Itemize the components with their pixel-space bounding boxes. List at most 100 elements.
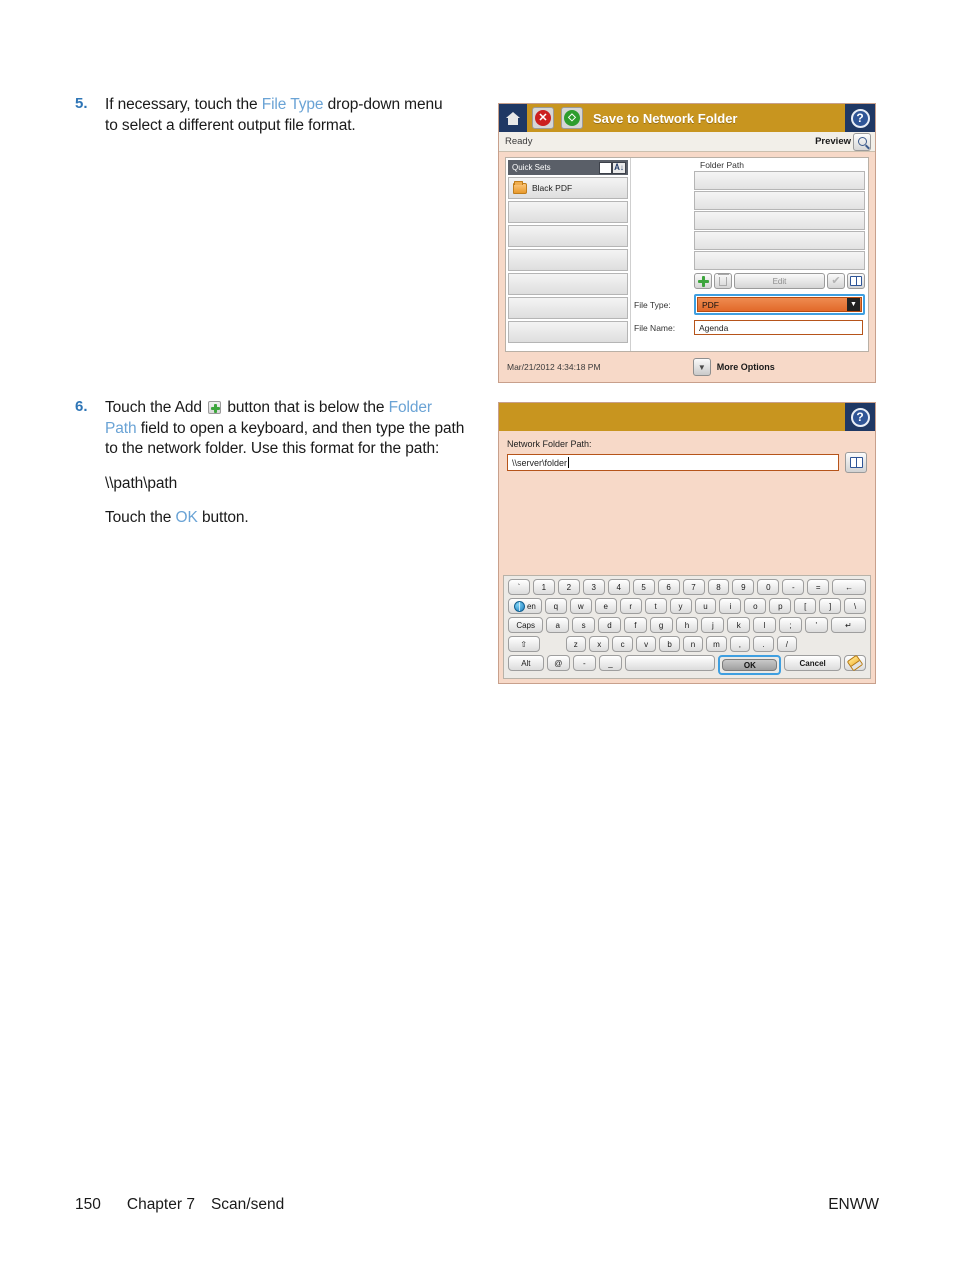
key-o[interactable]: o bbox=[744, 598, 767, 614]
help-icon[interactable]: ? bbox=[845, 403, 875, 431]
step-6-part3: field to open a keyboard, and then type … bbox=[105, 419, 465, 458]
edit-button[interactable]: Edit bbox=[734, 273, 825, 289]
space-key[interactable] bbox=[624, 655, 716, 671]
key-r[interactable]: r bbox=[619, 598, 642, 614]
chevron-down-icon[interactable]: ▼ bbox=[847, 298, 860, 311]
key-semicolon[interactable]: ; bbox=[778, 617, 802, 633]
key-n[interactable]: n bbox=[682, 636, 704, 652]
key-7[interactable]: 7 bbox=[682, 579, 705, 595]
key-d[interactable]: d bbox=[598, 617, 621, 633]
quick-set-item[interactable] bbox=[508, 201, 628, 223]
enter-icon[interactable]: ↵ bbox=[830, 617, 866, 633]
address-book-icon[interactable] bbox=[847, 273, 865, 289]
chevron-down-icon[interactable]: ▼ bbox=[692, 358, 711, 376]
network-folder-path-value: \\server\folder bbox=[512, 457, 568, 468]
key-p[interactable]: p bbox=[769, 598, 792, 614]
key-g[interactable]: g bbox=[649, 617, 673, 633]
quick-set-item[interactable]: Black PDF bbox=[508, 177, 628, 199]
onscreen-keyboard: ` 1 2 3 4 5 6 7 8 9 0 - = ← en q w e r t… bbox=[503, 575, 871, 679]
key-apostrophe[interactable]: ' bbox=[804, 617, 828, 633]
file-type-row: File Type: PDF ▼ bbox=[634, 294, 865, 315]
more-options-label[interactable]: More Options bbox=[717, 362, 775, 372]
step-6-part1: Touch the Add bbox=[105, 399, 207, 416]
folder-path-row[interactable] bbox=[694, 231, 865, 250]
key-backslash[interactable]: \ bbox=[844, 598, 867, 614]
help-icon[interactable]: ? bbox=[845, 104, 875, 132]
start-icon[interactable]: ◇ bbox=[561, 107, 583, 129]
check-icon[interactable]: ✔ bbox=[827, 273, 845, 289]
cancel-button[interactable]: Cancel bbox=[784, 655, 842, 671]
add-plus-icon[interactable] bbox=[694, 273, 712, 289]
key-z[interactable]: z bbox=[565, 636, 586, 652]
address-book-icon[interactable] bbox=[845, 452, 867, 473]
key-t[interactable]: t bbox=[644, 598, 667, 614]
folder-path-row[interactable] bbox=[694, 251, 865, 270]
home-icon[interactable] bbox=[499, 104, 527, 132]
key-u[interactable]: u bbox=[694, 598, 717, 614]
folder-path-row[interactable] bbox=[694, 171, 865, 190]
key-k[interactable]: k bbox=[727, 617, 751, 633]
key-minus[interactable]: - bbox=[782, 579, 805, 595]
key-m[interactable]: m bbox=[706, 636, 727, 652]
sort-az-icon[interactable]: Á↓ bbox=[612, 161, 626, 174]
key-9[interactable]: 9 bbox=[732, 579, 755, 595]
ok-link[interactable]: OK bbox=[176, 509, 198, 526]
key-period[interactable]: . bbox=[753, 636, 774, 652]
key-underscore[interactable]: _ bbox=[598, 655, 622, 671]
quick-set-item[interactable] bbox=[508, 321, 628, 343]
network-folder-path-input[interactable]: \\server\folder bbox=[507, 454, 839, 471]
key-slash[interactable]: / bbox=[776, 636, 798, 652]
key-e[interactable]: e bbox=[594, 598, 617, 614]
quick-sets-toggle[interactable] bbox=[599, 161, 612, 174]
key-h[interactable]: h bbox=[675, 617, 699, 633]
key-bracket-right[interactable]: ] bbox=[819, 598, 842, 614]
key-4[interactable]: 4 bbox=[607, 579, 630, 595]
quick-set-item[interactable] bbox=[508, 273, 628, 295]
key-w[interactable]: w bbox=[569, 598, 592, 614]
key-backtick[interactable]: ` bbox=[508, 579, 530, 595]
quick-set-item[interactable] bbox=[508, 249, 628, 271]
eraser-clear-icon[interactable] bbox=[844, 654, 867, 672]
key-8[interactable]: 8 bbox=[707, 579, 730, 595]
key-6[interactable]: 6 bbox=[657, 579, 680, 595]
key-c[interactable]: c bbox=[612, 636, 633, 652]
quick-set-item[interactable] bbox=[508, 225, 628, 247]
quick-set-item[interactable] bbox=[508, 297, 628, 319]
key-i[interactable]: i bbox=[719, 598, 742, 614]
key-0[interactable]: 0 bbox=[757, 579, 780, 595]
file-type-link[interactable]: File Type bbox=[262, 96, 324, 113]
key-q[interactable]: q bbox=[544, 598, 567, 614]
key-3[interactable]: 3 bbox=[582, 579, 605, 595]
alt-key[interactable]: Alt bbox=[508, 655, 544, 671]
key-j[interactable]: j bbox=[701, 617, 725, 633]
key-y[interactable]: y bbox=[669, 598, 692, 614]
globe-language-icon[interactable]: en bbox=[508, 598, 542, 614]
file-name-input[interactable]: Agenda bbox=[694, 320, 863, 335]
key-1[interactable]: 1 bbox=[532, 579, 555, 595]
preview-label[interactable]: Preview bbox=[815, 136, 851, 147]
key-f[interactable]: f bbox=[623, 617, 647, 633]
caps-lock-key[interactable]: Caps bbox=[508, 617, 544, 633]
key-a[interactable]: a bbox=[546, 617, 570, 633]
key-hyphen[interactable]: - bbox=[572, 655, 596, 671]
key-bracket-left[interactable]: [ bbox=[794, 598, 817, 614]
file-type-dropdown[interactable]: PDF ▼ bbox=[697, 297, 862, 312]
trash-icon[interactable] bbox=[714, 273, 732, 289]
key-l[interactable]: l bbox=[753, 617, 776, 633]
key-s[interactable]: s bbox=[572, 617, 596, 633]
backspace-icon[interactable]: ← bbox=[832, 579, 867, 595]
ok-button[interactable]: OK bbox=[718, 655, 782, 675]
folder-path-row[interactable] bbox=[694, 211, 865, 230]
key-5[interactable]: 5 bbox=[632, 579, 655, 595]
key-b[interactable]: b bbox=[659, 636, 680, 652]
key-comma[interactable]: , bbox=[729, 636, 751, 652]
folder-path-row[interactable] bbox=[694, 191, 865, 210]
stop-icon[interactable]: ✕ bbox=[532, 107, 554, 129]
shift-icon[interactable]: ⇧ bbox=[508, 636, 540, 652]
key-x[interactable]: x bbox=[588, 636, 610, 652]
key-equals[interactable]: = bbox=[807, 579, 830, 595]
key-v[interactable]: v bbox=[635, 636, 657, 652]
key-2[interactable]: 2 bbox=[557, 579, 580, 595]
magnifier-icon[interactable] bbox=[853, 132, 871, 151]
key-at[interactable]: @ bbox=[546, 655, 570, 671]
